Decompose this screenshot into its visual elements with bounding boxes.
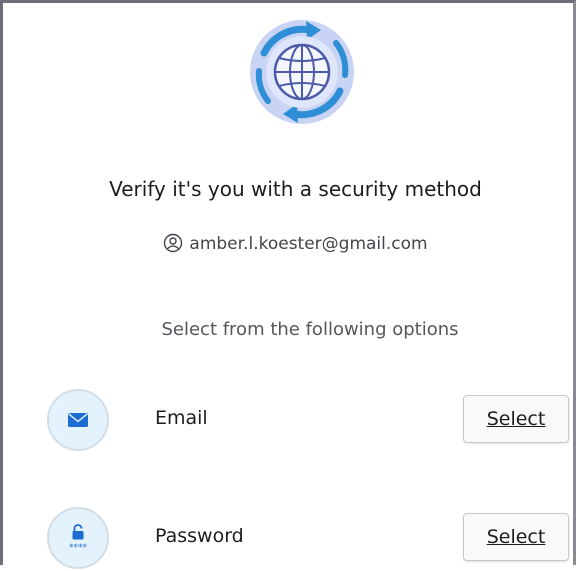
options-intro: Select from the following options (161, 319, 459, 340)
select-password-button[interactable]: Select (463, 513, 569, 561)
option-email-label: Email (155, 407, 208, 429)
option-email: Email Select (3, 383, 585, 453)
option-password-label: Password (155, 525, 244, 547)
svg-text:****: **** (69, 543, 88, 553)
envelope-icon (67, 413, 89, 427)
account-email: amber.l.koester@gmail.com (189, 234, 428, 254)
option-password-badge: **** (47, 507, 109, 569)
verification-card: Verify it's you with a security method a… (0, 0, 576, 569)
option-email-badge (47, 389, 109, 451)
globe-sync-icon (250, 20, 354, 124)
password-lock-icon: **** (69, 524, 88, 553)
select-email-button[interactable]: Select (463, 395, 569, 443)
page-title: Verify it's you with a security method (109, 177, 482, 201)
account-identifier: amber.l.koester@gmail.com (3, 233, 585, 254)
option-password: **** Password Select (3, 501, 585, 571)
user-circle-icon (164, 233, 183, 253)
